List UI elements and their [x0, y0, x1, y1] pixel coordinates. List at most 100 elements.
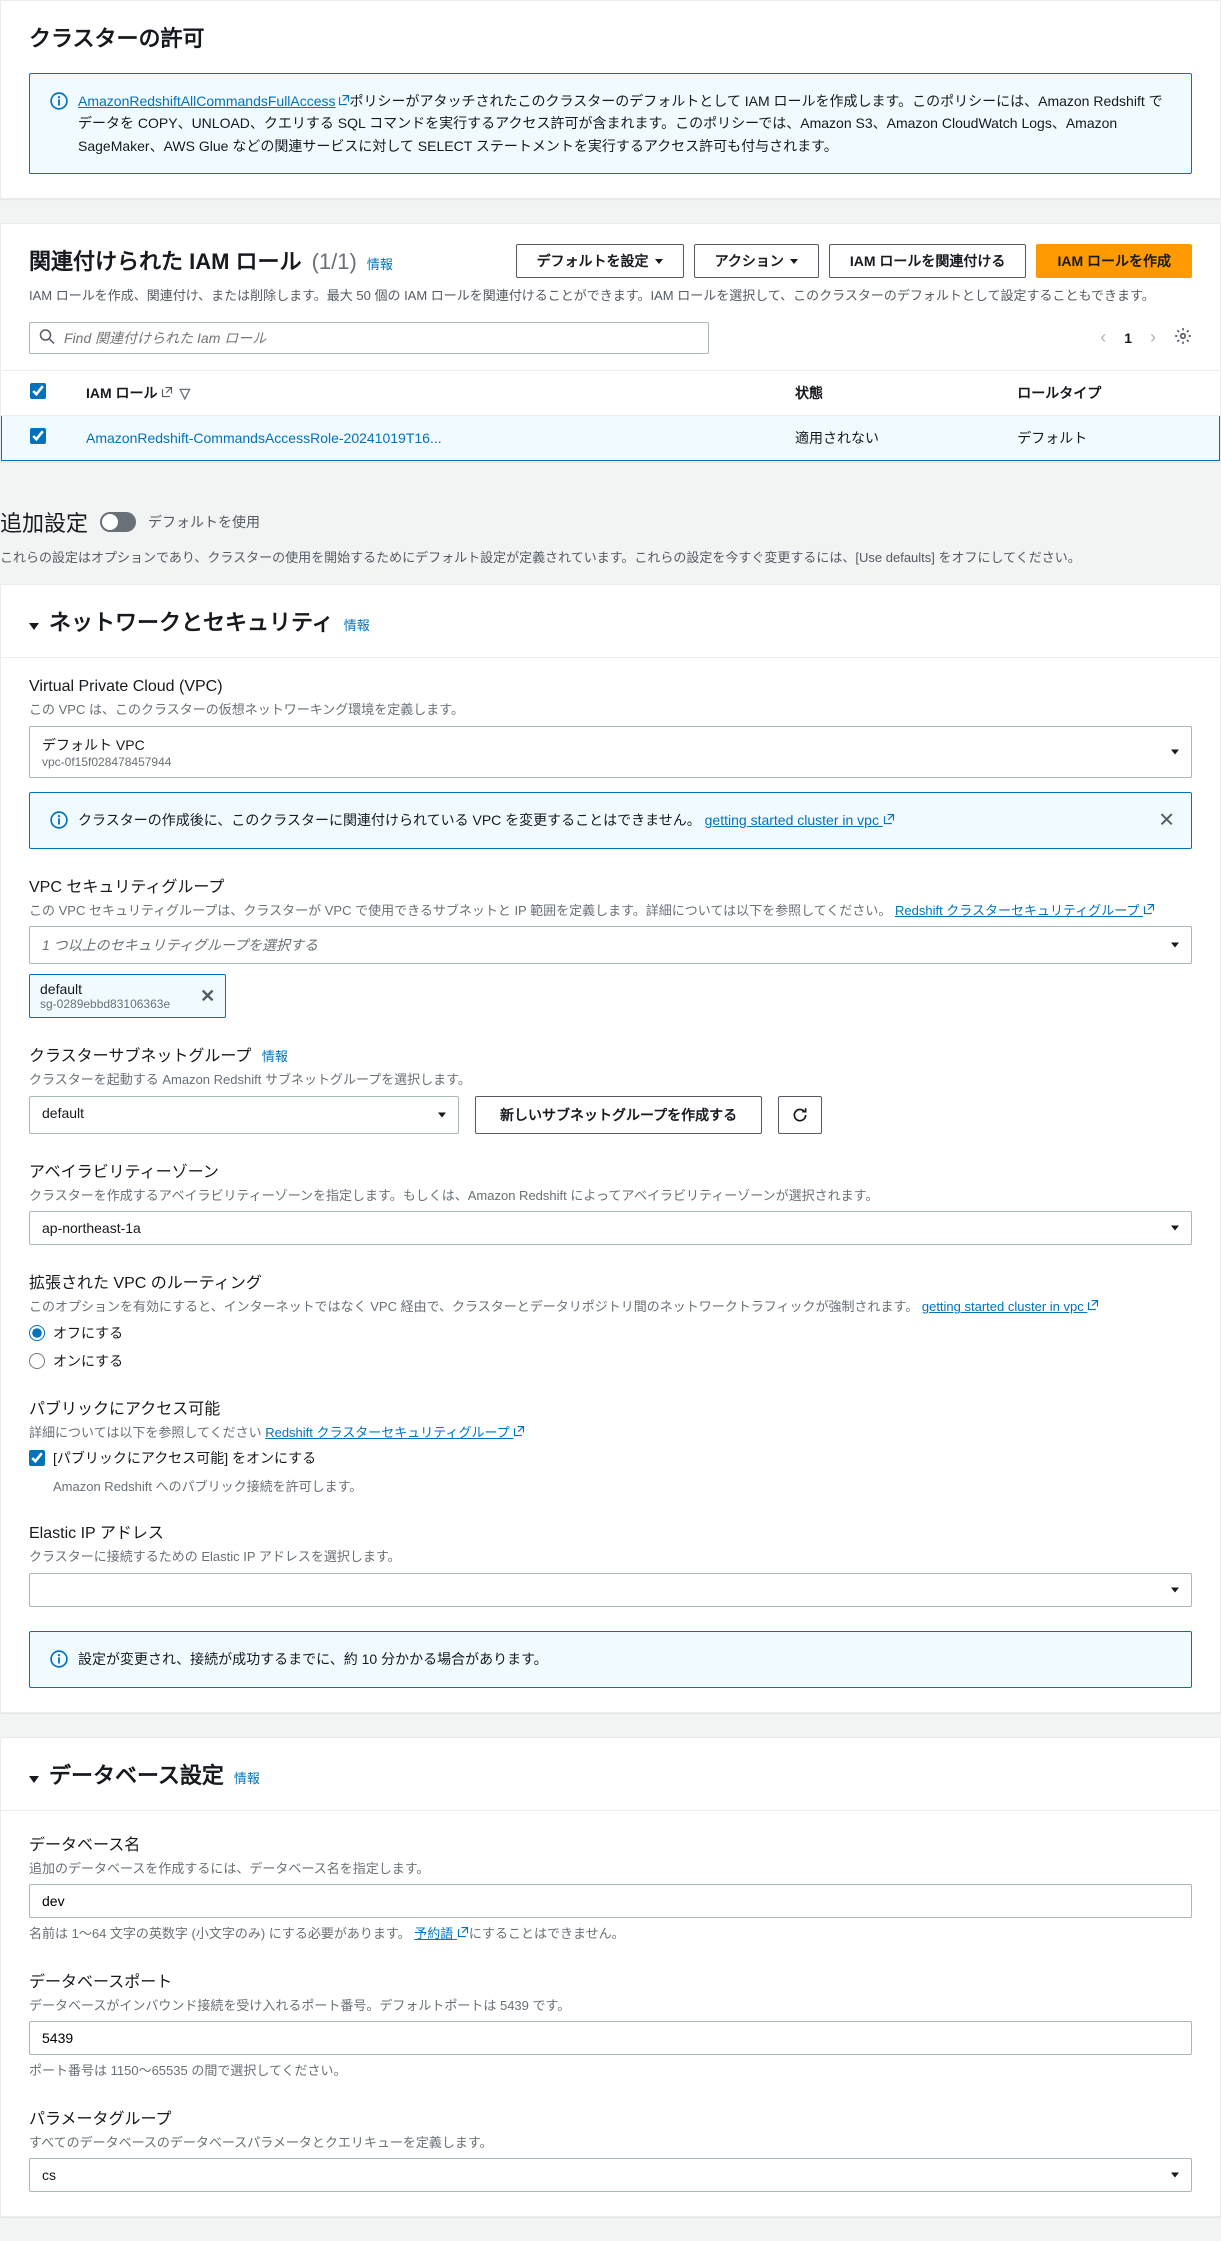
defaults-toggle[interactable]: [100, 512, 136, 532]
external-link-icon: [338, 90, 350, 112]
next-page-button[interactable]: ›: [1146, 323, 1160, 352]
routing-hint: このオプションを有効にすると、インターネットではなく VPC 経由で、クラスター…: [29, 1297, 1192, 1317]
info-icon: [50, 811, 68, 832]
caret-down-icon: [1171, 943, 1179, 948]
routing-label: 拡張された VPC のルーティング: [29, 1269, 1192, 1293]
chip-close-icon[interactable]: ✕: [200, 986, 215, 1007]
role-state: 適用されない: [775, 415, 997, 460]
vpc-alert: クラスターの作成後に、このクラスターに関連付けられている VPC を変更すること…: [29, 792, 1192, 849]
eip-hint: クラスターに接続するための Elastic IP アドレスを選択します。: [29, 1547, 1192, 1567]
sg-hint: この VPC セキュリティグループは、クラスターが VPC で使用できるサブネッ…: [29, 901, 1192, 921]
public-checkbox[interactable]: [29, 1450, 45, 1466]
eip-select[interactable]: [29, 1573, 1192, 1607]
az-select[interactable]: ap-northeast-1a: [29, 1211, 1192, 1245]
eip-label: Elastic IP アドレス: [29, 1519, 1192, 1543]
db-expand-header[interactable]: データベース設定 情報: [1, 1738, 1220, 1810]
subnet-select[interactable]: default: [29, 1096, 459, 1134]
pg-hint: すべてのデータベースのデータベースパラメータとクエリキューを定義します。: [29, 2133, 1192, 2153]
dbport-hint: データベースがインバウンド接続を受け入れるポート番号。デフォルトポートは 543…: [29, 1996, 1192, 2016]
policy-link[interactable]: AmazonRedshiftAllCommandsFullAccess: [78, 93, 350, 109]
subnet-info-link[interactable]: 情報: [262, 1049, 288, 1064]
db-title: データベース設定: [49, 1758, 224, 1790]
dbport-label: データベースポート: [29, 1968, 1192, 1992]
caret-down-icon: [29, 1776, 39, 1783]
vpc-select[interactable]: デフォルト VPC vpc-0f15f028478457944: [29, 726, 1192, 778]
dbname-label: データベース名: [29, 1831, 1192, 1855]
pg-select[interactable]: cs: [29, 2158, 1192, 2192]
dbport-below: ポート番号は 1150〜65535 の間で選択してください。: [29, 2061, 1192, 2081]
dbname-input[interactable]: [29, 1884, 1192, 1918]
col-state[interactable]: 状態: [775, 370, 997, 415]
network-title: ネットワークとセキュリティ: [49, 605, 334, 637]
close-icon[interactable]: ✕: [1158, 808, 1175, 833]
caret-down-icon: [1171, 2173, 1179, 2178]
action-button[interactable]: アクション: [694, 244, 819, 278]
sg-select[interactable]: 1 つ以上のセキュリティグループを選択する: [29, 926, 1192, 964]
routing-on-radio[interactable]: [29, 1353, 45, 1369]
vpc-hint: この VPC は、このクラスターの仮想ネットワーキング環境を定義します。: [29, 700, 1192, 720]
set-default-button[interactable]: デフォルトを設定: [516, 244, 684, 278]
caret-down-icon: [1171, 1226, 1179, 1231]
public-sub: Amazon Redshift へのパブリック接続を許可します。: [53, 1476, 1192, 1495]
subnet-hint: クラスターを起動する Amazon Redshift サブネットグループを選択し…: [29, 1070, 1192, 1090]
cluster-perm-title: クラスターの許可: [29, 21, 1192, 53]
subnet-label: クラスターサブネットグループ 情報: [29, 1042, 1192, 1066]
role-type: デフォルト: [997, 415, 1219, 460]
public-label: パブリックにアクセス可能: [29, 1395, 1192, 1419]
caret-down-icon: [790, 259, 798, 264]
dbport-input[interactable]: [29, 2021, 1192, 2055]
extra-title: 追加設定: [0, 506, 88, 538]
prev-page-button[interactable]: ‹: [1096, 323, 1110, 352]
caret-down-icon: [29, 623, 39, 630]
caret-down-icon: [655, 259, 663, 264]
routing-hint-link[interactable]: getting started cluster in vpc: [922, 1299, 1099, 1314]
refresh-button[interactable]: [778, 1096, 822, 1134]
iam-roles-count: (1/1): [312, 249, 357, 275]
public-hint: 詳細については以下を参照してください Redshift クラスターセキュリティグ…: [29, 1423, 1192, 1443]
reserved-words-link[interactable]: 予約語: [414, 1926, 469, 1941]
sg-label: VPC セキュリティグループ: [29, 873, 1192, 897]
external-link-icon: [161, 385, 173, 401]
vpc-label: Virtual Private Cloud (VPC): [29, 678, 1192, 696]
iam-roles-info-link[interactable]: 情報: [367, 254, 393, 273]
info-icon: [50, 92, 68, 113]
routing-off-radio[interactable]: [29, 1325, 45, 1341]
dbname-below: 名前は 1〜64 文字の英数字 (小文字のみ) にする必要があります。 予約語 …: [29, 1924, 1192, 1944]
select-all-checkbox[interactable]: [30, 383, 46, 399]
dbname-hint: 追加のデータベースを作成するには、データベース名を指定します。: [29, 1859, 1192, 1879]
cluster-perm-info-text: AmazonRedshiftAllCommandsFullAccessポリシーが…: [78, 90, 1171, 157]
az-label: アベイラビリティーゾーン: [29, 1158, 1192, 1182]
network-expand-header[interactable]: ネットワークとセキュリティ 情報: [1, 585, 1220, 657]
col-role[interactable]: IAM ロール ▽: [66, 370, 775, 415]
iam-roles-table: IAM ロール ▽ 状態 ロールタイプ AmazonRedshift-Comma…: [1, 370, 1220, 461]
sort-icon: ▽: [179, 385, 190, 401]
col-type[interactable]: ロールタイプ: [997, 370, 1219, 415]
search-input[interactable]: [29, 322, 709, 354]
cluster-perm-info-box: AmazonRedshiftAllCommandsFullAccessポリシーが…: [29, 73, 1192, 174]
search-icon: [39, 328, 55, 347]
pg-label: パラメータグループ: [29, 2105, 1192, 2129]
create-role-button[interactable]: IAM ロールを作成: [1036, 244, 1192, 278]
db-info-link[interactable]: 情報: [234, 1768, 260, 1787]
row-checkbox[interactable]: [30, 428, 46, 444]
iam-roles-title: 関連付けられた IAM ロール: [29, 244, 302, 276]
info-icon: [50, 1650, 68, 1671]
table-row[interactable]: AmazonRedshift-CommandsAccessRole-202410…: [2, 415, 1220, 460]
gear-icon[interactable]: [1174, 327, 1192, 348]
public-hint-link[interactable]: Redshift クラスターセキュリティグループ: [265, 1425, 525, 1440]
network-info-link[interactable]: 情報: [344, 615, 370, 634]
network-bottom-alert: 設定が変更され、接続が成功するまでに、約 10 分かかる場合があります。: [29, 1631, 1192, 1688]
iam-roles-desc: IAM ロールを作成、関連付け、または削除します。最大 50 個の IAM ロー…: [1, 286, 1220, 322]
new-subnet-button[interactable]: 新しいサブネットグループを作成する: [475, 1096, 762, 1134]
caret-down-icon: [438, 1112, 446, 1117]
extra-desc: これらの設定はオプションであり、クラスターの使用を開始するためにデフォルト設定が…: [0, 548, 1221, 569]
toggle-label: デフォルトを使用: [148, 512, 260, 532]
caret-down-icon: [1171, 1587, 1179, 1592]
caret-down-icon: [1171, 749, 1179, 754]
sg-hint-link[interactable]: Redshift クラスターセキュリティグループ: [895, 903, 1155, 918]
associate-role-button[interactable]: IAM ロールを関連付ける: [829, 244, 1027, 278]
role-link[interactable]: AmazonRedshift-CommandsAccessRole-202410…: [86, 430, 442, 446]
sg-chip: default sg-0289ebbd83106363e ✕: [29, 974, 226, 1018]
vpc-alert-link[interactable]: getting started cluster in vpc: [705, 812, 895, 828]
page-number: 1: [1124, 330, 1132, 346]
